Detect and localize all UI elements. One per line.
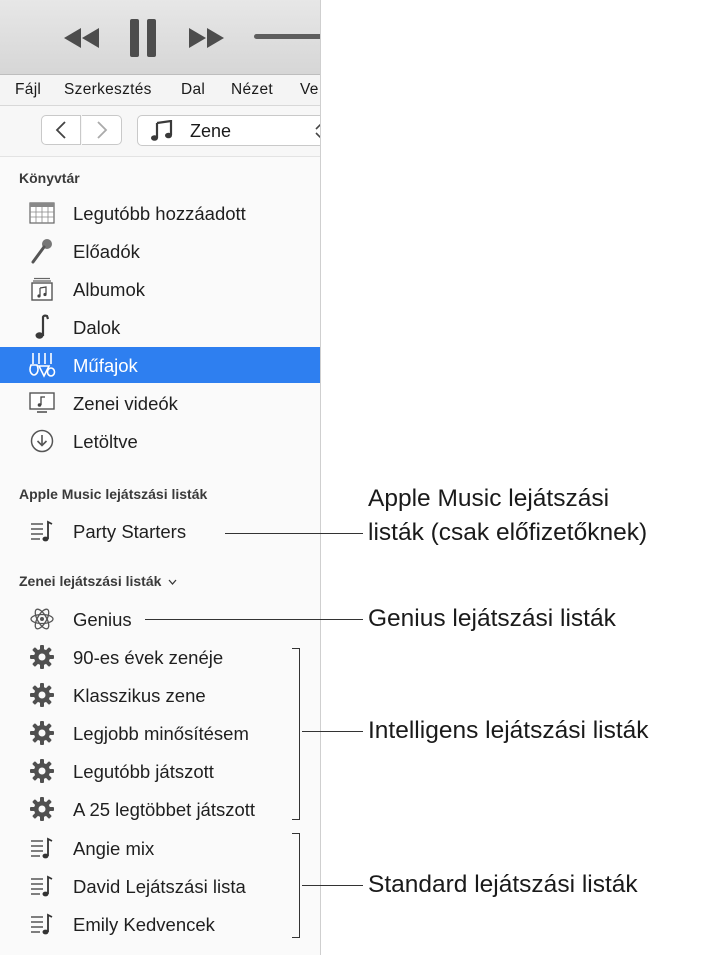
- sidebar-item-recently-added[interactable]: Legutóbb hozzáadott: [0, 195, 320, 231]
- back-button[interactable]: [41, 115, 81, 145]
- gear-icon: [28, 796, 56, 822]
- callout-smart: Intelligens lejátszási listák: [368, 717, 649, 744]
- itunes-window: Fájl Szerkesztés Dal Nézet Ve Zene Könyv…: [0, 0, 320, 955]
- rewind-icon: [64, 28, 99, 48]
- callout-genius: Genius lejátszási listák: [368, 605, 616, 632]
- chevron-left-icon: [55, 121, 66, 139]
- bracket-standard-playlists: [292, 833, 300, 938]
- sidebar-item-artists[interactable]: Előadók: [0, 233, 320, 269]
- sidebar-item-label: Klasszikus zene: [73, 685, 206, 706]
- callout-standard: Standard lejátszási listák: [368, 871, 638, 898]
- sidebar-item-playlist-emily[interactable]: Emily Kedvencek: [0, 906, 320, 942]
- sidebar-item-label: Party Starters: [73, 521, 187, 542]
- sidebar-item-downloaded[interactable]: Letöltve: [0, 423, 320, 459]
- download-circle-icon: [28, 428, 56, 454]
- sidebar-item-genres[interactable]: Műfajok: [0, 347, 320, 383]
- sidebar-item-label: Legutóbb játszott: [73, 761, 214, 782]
- callout-line-standard: [302, 885, 363, 886]
- sidebar-item-label: A 25 legtöbbet játszott: [73, 799, 256, 820]
- sidebar-item-label: David Lejátszási lista: [73, 876, 246, 897]
- menu-controls[interactable]: Ve: [300, 81, 319, 99]
- sidebar-item-music-videos[interactable]: Zenei videók: [0, 385, 320, 421]
- sidebar-item-smart-playlist-classical[interactable]: Klasszikus zene: [0, 677, 320, 713]
- chevron-down-icon: [168, 579, 177, 586]
- sidebar-item-smart-playlist-top-25[interactable]: A 25 legtöbbet játszott: [0, 791, 320, 827]
- media-kind-label: Zene: [190, 121, 232, 141]
- calendar-grid-icon: [28, 200, 56, 226]
- sidebar-item-smart-playlist-90s[interactable]: 90-es évek zenéje: [0, 639, 320, 675]
- music-playlists-header-label: Zenei lejátszási listák: [19, 573, 162, 589]
- gear-icon: [28, 758, 56, 784]
- playlist-icon: [28, 911, 56, 937]
- pause-icon: [130, 19, 156, 57]
- callout-apple-music-line2: listák (csak előfizetőknek): [368, 519, 648, 546]
- sidebar-item-label: Zenei videók: [73, 393, 178, 414]
- menu-view[interactable]: Nézet: [231, 81, 273, 99]
- sidebar-item-albums[interactable]: Albumok: [0, 271, 320, 307]
- callout-apple-music-line1: Apple Music lejátszási: [368, 485, 610, 512]
- sidebar-item-label: Műfajok: [73, 355, 138, 376]
- album-icon: [28, 276, 56, 302]
- callout-line-smart: [302, 731, 363, 732]
- menu-file[interactable]: Fájl: [15, 81, 41, 99]
- sidebar-item-smart-playlist-top-rated[interactable]: Legjobb minősítésem: [0, 715, 320, 751]
- sidebar-item-label: Előadók: [73, 241, 140, 262]
- sidebar-item-label: Genius: [73, 609, 132, 630]
- atom-icon: [28, 606, 56, 632]
- bracket-smart-playlists: [292, 648, 300, 820]
- sidebar-item-label: Legjobb minősítésem: [73, 723, 249, 744]
- menu-edit[interactable]: Szerkesztés: [64, 81, 152, 99]
- sidebar-item-label: Dalok: [73, 317, 121, 338]
- music-note-icon: [151, 120, 173, 141]
- sidebar-item-songs[interactable]: Dalok: [0, 309, 320, 345]
- gear-icon: [28, 644, 56, 670]
- sidebar-item-label: Albumok: [73, 279, 145, 300]
- sidebar-item-label: Angie mix: [73, 838, 155, 859]
- library-header: Könyvtár: [19, 170, 80, 186]
- gear-icon: [28, 682, 56, 708]
- playlist-icon: [28, 873, 56, 899]
- fast-forward-button[interactable]: [186, 16, 226, 60]
- navigation-row: Zene: [0, 106, 320, 157]
- playlist-icon: [28, 518, 56, 544]
- instruments-icon: [28, 352, 56, 378]
- playlist-icon: [28, 835, 56, 861]
- sidebar-item-party-starters[interactable]: Party Starters: [0, 513, 320, 549]
- callout-line-apple-music: [225, 533, 363, 534]
- pause-button[interactable]: [126, 16, 160, 60]
- callout-line-genius: [145, 619, 363, 620]
- sidebar-item-playlist-angie-mix[interactable]: Angie mix: [0, 830, 320, 866]
- sidebar-item-label: 90-es évek zenéje: [73, 647, 224, 668]
- playback-toolbar: [0, 0, 320, 75]
- window-edge: [320, 0, 321, 955]
- media-kind-select[interactable]: Zene: [137, 115, 320, 146]
- rewind-button[interactable]: [62, 16, 102, 60]
- sidebar-item-playlist-david[interactable]: David Lejátszási lista: [0, 868, 320, 904]
- sidebar-item-label: Legutóbb hozzáadott: [73, 203, 246, 224]
- sidebar-item-smart-playlist-recently-played[interactable]: Legutóbb játszott: [0, 753, 320, 789]
- chevron-right-icon: [96, 121, 107, 139]
- forward-button[interactable]: [82, 115, 122, 145]
- music-playlists-header[interactable]: Zenei lejátszási listák: [19, 573, 177, 589]
- menu-song[interactable]: Dal: [181, 81, 205, 99]
- microphone-icon: [28, 238, 56, 264]
- fast-forward-icon: [189, 28, 224, 48]
- apple-music-playlists-header: Apple Music lejátszási listák: [19, 486, 208, 502]
- music-video-icon: [28, 390, 56, 416]
- sidebar-item-label: Emily Kedvencek: [73, 914, 215, 935]
- sidebar-item-label: Letöltve: [73, 431, 138, 452]
- menu-bar: Fájl Szerkesztés Dal Nézet Ve: [0, 75, 320, 106]
- music-note-icon: [28, 314, 56, 340]
- volume-slider[interactable]: [254, 34, 320, 39]
- gear-icon: [28, 720, 56, 746]
